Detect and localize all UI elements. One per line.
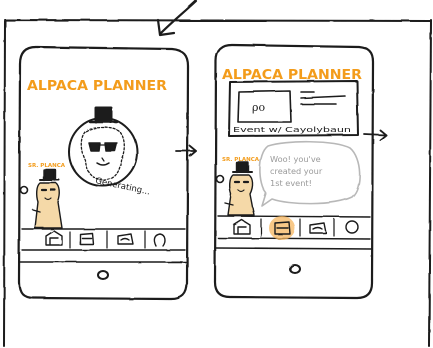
event-card-logo: ρο	[252, 101, 265, 114]
tab-profile-icon-2[interactable]	[345, 220, 359, 234]
home-button-icon[interactable]	[97, 270, 109, 280]
storyboard-canvas: ALPACA PLANNER Generating... SR. PLANCA …	[0, 0, 433, 348]
speech-text: Woo! you've created your 1st event!	[270, 154, 325, 188]
tab-alpaca-icon-2[interactable]	[309, 222, 327, 234]
sketch-drawing: ALPACA PLANNER Generating... SR. PLANCA …	[3, 0, 432, 347]
alpaca-mascot-icon-2	[224, 161, 255, 216]
left-side-button-icon-2	[215, 174, 225, 184]
app-title-1: ALPACA PLANNER	[27, 78, 168, 94]
tab-home-icon-2[interactable]	[233, 219, 251, 235]
mascot-label-1: SR. PLANCA	[28, 163, 66, 169]
frame-border	[3, 19, 432, 347]
tab-calendar-icon	[79, 232, 94, 245]
left-side-button-icon	[19, 185, 29, 195]
mascot-label-2: SR. PLANCA	[222, 157, 260, 163]
alpaca-mascot-icon	[32, 168, 63, 229]
tab-profile-icon	[153, 233, 166, 247]
home-button-icon-2[interactable]	[289, 264, 301, 274]
tab-alpaca-icon	[117, 233, 134, 245]
app-title-2: ALPACA PLANNER	[222, 67, 363, 83]
next-arrow-icon-2	[363, 129, 387, 141]
pointer-arrow-icon	[156, 0, 198, 37]
tab-home-icon	[45, 230, 63, 246]
event-card-caption: Event w/ Cayolybaun	[233, 126, 351, 134]
alpaca-avatar-icon	[68, 106, 138, 187]
next-arrow-icon	[175, 145, 197, 157]
